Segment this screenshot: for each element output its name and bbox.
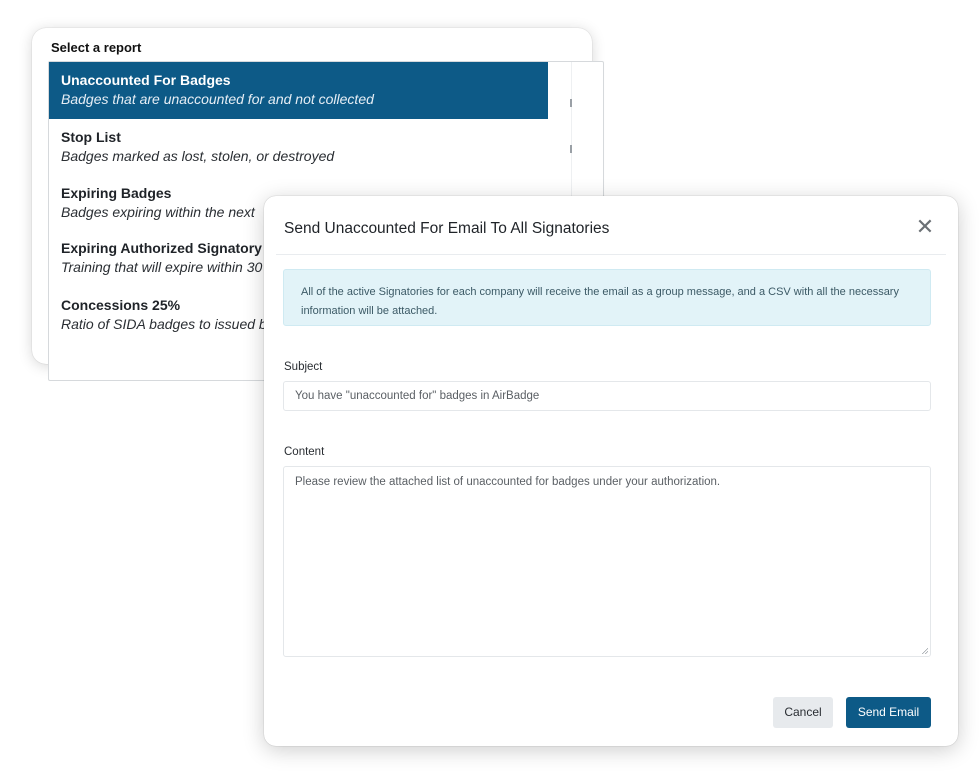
scrollbar-tick (570, 145, 572, 153)
send-email-modal: Send Unaccounted For Email To All Signat… (264, 196, 958, 746)
subject-label: Subject (284, 361, 323, 373)
report-selector-title: Select a report (51, 40, 142, 55)
report-item-stop-list[interactable]: Stop List Badges marked as lost, stolen,… (49, 128, 548, 166)
content-textarea[interactable]: Please review the attached list of unacc… (283, 466, 931, 657)
info-alert: All of the active Signatories for each c… (283, 269, 931, 326)
modal-header-divider (276, 254, 946, 255)
report-item-unaccounted-for-badges[interactable]: Unaccounted For Badges Badges that are u… (49, 62, 548, 119)
close-icon[interactable]: ✕ (914, 216, 936, 238)
scrollbar-tick (570, 99, 572, 107)
report-item-description: Badges that are unaccounted for and not … (61, 91, 374, 107)
subject-input[interactable]: You have "unaccounted for" badges in Air… (283, 381, 931, 411)
modal-title: Send Unaccounted For Email To All Signat… (284, 220, 610, 237)
content-label: Content (284, 446, 325, 458)
report-item-description: Badges marked as lost, stolen, or destro… (61, 148, 335, 164)
send-email-button[interactable]: Send Email (846, 697, 931, 728)
resize-handle-icon[interactable] (921, 647, 928, 654)
report-item-name: Unaccounted For Badges (61, 72, 231, 88)
report-item-name: Stop List (61, 129, 121, 145)
cancel-button[interactable]: Cancel (773, 697, 833, 728)
